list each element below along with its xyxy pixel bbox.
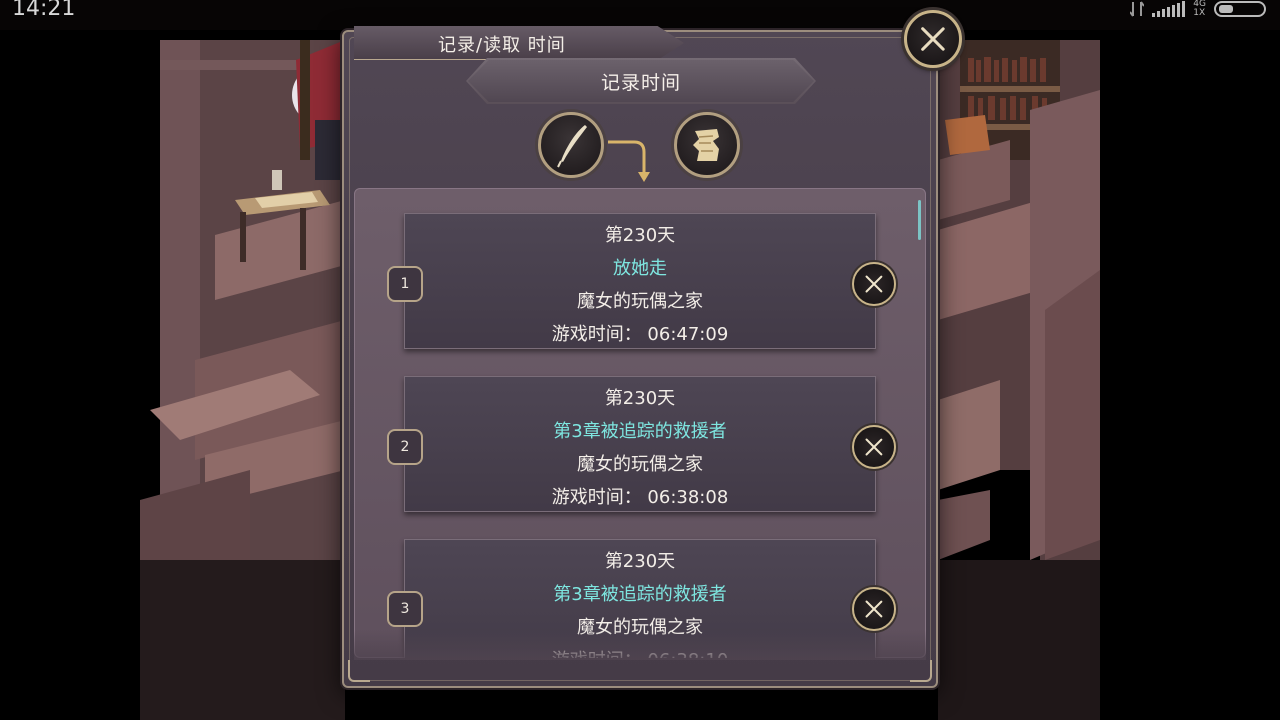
system-status-bar: 14:21 4G 1X	[0, 0, 1280, 22]
ornament-corner	[910, 660, 932, 682]
data-transfer-icon	[1130, 1, 1145, 17]
parchment-scroll-glyph	[693, 129, 719, 161]
dialog-title-tab: 记录/读取 时间	[354, 26, 684, 60]
save-slot-3[interactable]: 第230天 第3章被追踪的救援者 魔女的玩偶之家 游戏时间： 06:38:10	[404, 539, 876, 658]
slot-3-clip: 第230天 第3章被追踪的救援者 魔女的玩偶之家 游戏时间： 06:38:10	[354, 188, 926, 658]
slot-chapter: 第3章被追踪的救援者	[553, 584, 727, 605]
system-icons: 4G 1X	[1130, 0, 1266, 18]
delete-icon	[854, 589, 894, 629]
dialog-title: 记录/读取 时间	[438, 35, 566, 56]
mode-banner-label: 记录时间	[600, 71, 681, 94]
mode-banner: 记录时间	[466, 58, 816, 104]
slot-number-badge: 3	[387, 591, 423, 627]
status-clock: 14:21	[12, 0, 76, 21]
network-indicator: 4G 1X	[1193, 0, 1206, 18]
close-icon	[907, 13, 959, 65]
quill-pen-glyph	[557, 125, 587, 168]
mode-banner-inner: 记录时间	[468, 60, 814, 102]
slot-location: 魔女的玩偶之家	[577, 617, 703, 638]
close-button[interactable]	[904, 10, 962, 68]
network-speed: 1X	[1193, 8, 1206, 18]
ornament-corner	[348, 660, 370, 682]
signal-strength-icon	[1152, 1, 1186, 17]
delete-slot-button[interactable]	[852, 587, 896, 631]
slot-day: 第230天	[604, 551, 676, 572]
parchment-scroll-icon[interactable]	[674, 112, 740, 178]
quill-pen-icon[interactable]	[538, 112, 604, 178]
curved-arrow-down-icon	[608, 140, 650, 182]
battery-icon	[1214, 1, 1266, 17]
slot-playtime: 游戏时间： 06:38:10	[405, 646, 875, 658]
